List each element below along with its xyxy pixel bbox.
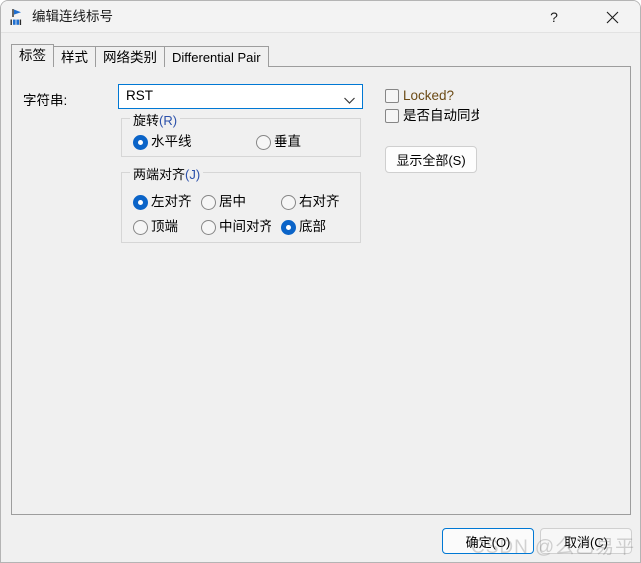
close-button[interactable] (589, 1, 635, 33)
radio-label: 中间对齐 (219, 219, 271, 234)
radio-rotation-vertical[interactable]: 垂直 (256, 134, 301, 150)
radio-dot-icon (133, 194, 148, 210)
checkbox-box-icon (385, 89, 399, 103)
radio-dot-icon (201, 219, 216, 235)
radio-justify-center[interactable]: 居中 (201, 194, 246, 210)
radio-dot-icon (133, 134, 148, 150)
radio-label: 水平线 (151, 134, 192, 149)
string-combobox-value: RST (126, 88, 153, 103)
ok-button[interactable]: 确定(O) (442, 528, 534, 554)
radio-justify-left[interactable]: 左对齐 (133, 194, 192, 210)
justify-group-title: 两端对齐(J) (130, 164, 204, 183)
checkbox-box-icon (385, 109, 399, 123)
checkbox-auto-sync[interactable]: 是否自动同步 (385, 108, 479, 124)
radio-justify-top[interactable]: 顶端 (133, 219, 178, 235)
radio-label: 垂直 (274, 134, 301, 149)
string-combobox[interactable]: RST (118, 84, 363, 109)
show-all-button-label: 显示全部(S) (396, 153, 466, 168)
ok-button-label: 确定(O) (465, 534, 511, 550)
radio-label: 左对齐 (151, 194, 192, 209)
radio-dot-icon (201, 194, 216, 210)
radio-justify-bottom[interactable]: 底部 (281, 219, 326, 235)
rotation-group-title: 旋转(R) (130, 110, 181, 129)
edit-net-label-dialog: 编辑连线标号 ? 标签 样式 网络类别 Differential Pair 字符… (0, 0, 641, 563)
radio-label: 顶端 (151, 219, 178, 234)
radio-dot-icon (281, 194, 296, 210)
radio-justify-middle[interactable]: 中间对齐 (201, 219, 273, 235)
checkbox-label: Locked? (403, 88, 455, 103)
radio-justify-right[interactable]: 右对齐 (281, 194, 340, 210)
help-button[interactable]: ? (531, 1, 577, 33)
show-all-button[interactable]: 显示全部(S) (385, 146, 477, 173)
radio-dot-icon (281, 219, 296, 235)
cancel-button[interactable]: 取消(C) (540, 528, 632, 554)
radio-label: 底部 (299, 219, 326, 234)
title-bar: 编辑连线标号 ? (1, 1, 640, 33)
chevron-down-icon (343, 92, 356, 104)
tab-differential-pair[interactable]: Differential Pair (164, 46, 269, 67)
string-label: 字符串: (23, 93, 68, 108)
net-label-icon (8, 7, 28, 27)
checkbox-locked[interactable]: Locked? (385, 88, 454, 104)
tab-net-class[interactable]: 网络类别 (95, 46, 165, 67)
close-icon (606, 11, 619, 24)
tab-strip: 标签 样式 网络类别 Differential Pair (11, 44, 269, 67)
radio-dot-icon (133, 219, 148, 235)
checkbox-label: 是否自动同步 (403, 108, 479, 123)
cancel-button-label: 取消(C) (563, 534, 609, 550)
radio-label: 右对齐 (299, 194, 340, 209)
help-icon: ? (550, 9, 558, 25)
tab-style[interactable]: 样式 (53, 46, 96, 67)
window-title: 编辑连线标号 (32, 9, 113, 24)
tab-label[interactable]: 标签 (11, 44, 54, 67)
radio-rotation-horizontal[interactable]: 水平线 (133, 134, 192, 150)
radio-dot-icon (256, 134, 271, 150)
radio-label: 居中 (219, 194, 246, 209)
